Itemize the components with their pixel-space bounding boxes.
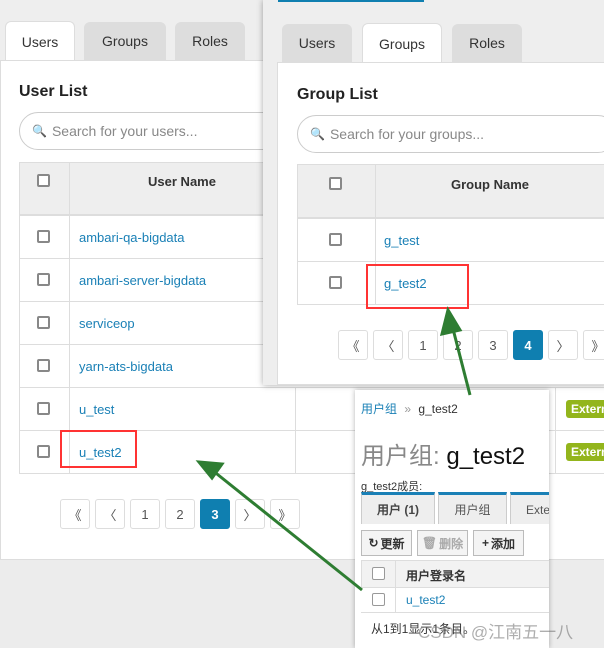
- annotation-arrows: [195, 306, 472, 592]
- watermark: CSDN @江南五一八: [418, 623, 574, 642]
- arrow-to-user: [211, 468, 363, 592]
- arrow-head: [439, 306, 463, 336]
- arrow-to-group: [450, 324, 472, 396]
